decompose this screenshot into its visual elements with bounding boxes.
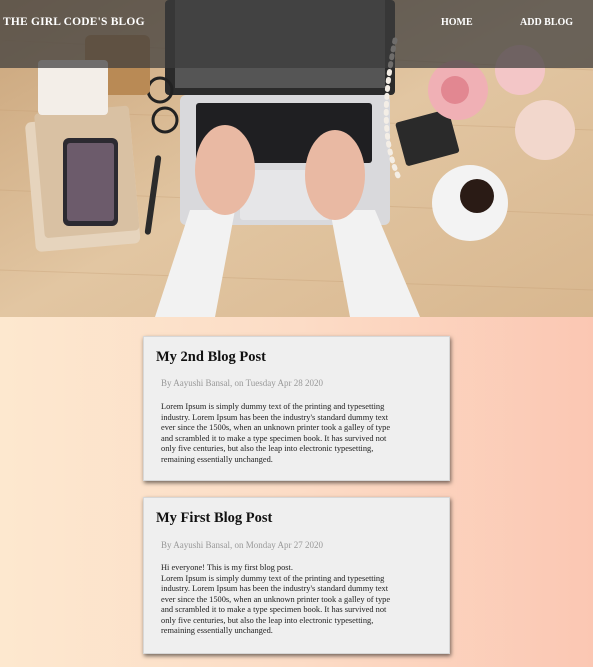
post-body: Lorem Ipsum is simply dummy text of the … bbox=[161, 402, 439, 465]
post-body-line: only five centuries, but also the leap i… bbox=[161, 615, 374, 625]
post-meta: By Aayushi Bansal, on Tuesday Apr 28 202… bbox=[161, 378, 324, 388]
post-body-line: remaining essentially unchanged. bbox=[161, 626, 273, 635]
post-body-line: industry. Lorem Ipsum has been the indus… bbox=[161, 584, 389, 593]
post-body-line: industry. Lorem Ipsum has been the indus… bbox=[161, 412, 389, 422]
post-meta: By Aayushi Bansal, on Monday Apr 27 2020 bbox=[161, 540, 323, 550]
blog-post-card: My First Blog Post By Aayushi Bansal, on… bbox=[143, 497, 450, 654]
nav-add-blog-link[interactable]: ADD BLOG bbox=[520, 17, 573, 28]
post-body-line: ever since the 1500s, when an unknown pr… bbox=[161, 423, 391, 432]
post-body-line: and scrambled it to make a type specimen… bbox=[161, 433, 387, 443]
site-title-link[interactable]: THE GIRL CODE'S BLOG bbox=[3, 16, 145, 28]
nav-home-link[interactable]: HOME bbox=[441, 17, 473, 28]
post-title[interactable]: My First Blog Post bbox=[156, 510, 272, 527]
post-body-line: ever since the 1500s, when an unknown pr… bbox=[161, 594, 391, 604]
post-body: Hi everyone! This is my first blog post.… bbox=[161, 563, 439, 637]
post-body-line: remaining essentially unchanged. bbox=[161, 454, 273, 464]
post-body-line: only five centuries, but also the leap i… bbox=[161, 444, 374, 453]
post-body-line: Hi everyone! This is my first blog post. bbox=[161, 563, 293, 572]
post-body-line: Lorem Ipsum is simply dummy text of the … bbox=[161, 402, 385, 411]
top-navbar: THE GIRL CODE'S BLOG HOME ADD BLOG bbox=[0, 0, 593, 68]
post-body-line: Lorem Ipsum is simply dummy text of the … bbox=[161, 573, 385, 583]
post-title[interactable]: My 2nd Blog Post bbox=[156, 349, 266, 366]
blog-post-card: My 2nd Blog Post By Aayushi Bansal, on T… bbox=[143, 336, 450, 481]
post-body-line: and scrambled it to make a type specimen… bbox=[161, 605, 387, 614]
